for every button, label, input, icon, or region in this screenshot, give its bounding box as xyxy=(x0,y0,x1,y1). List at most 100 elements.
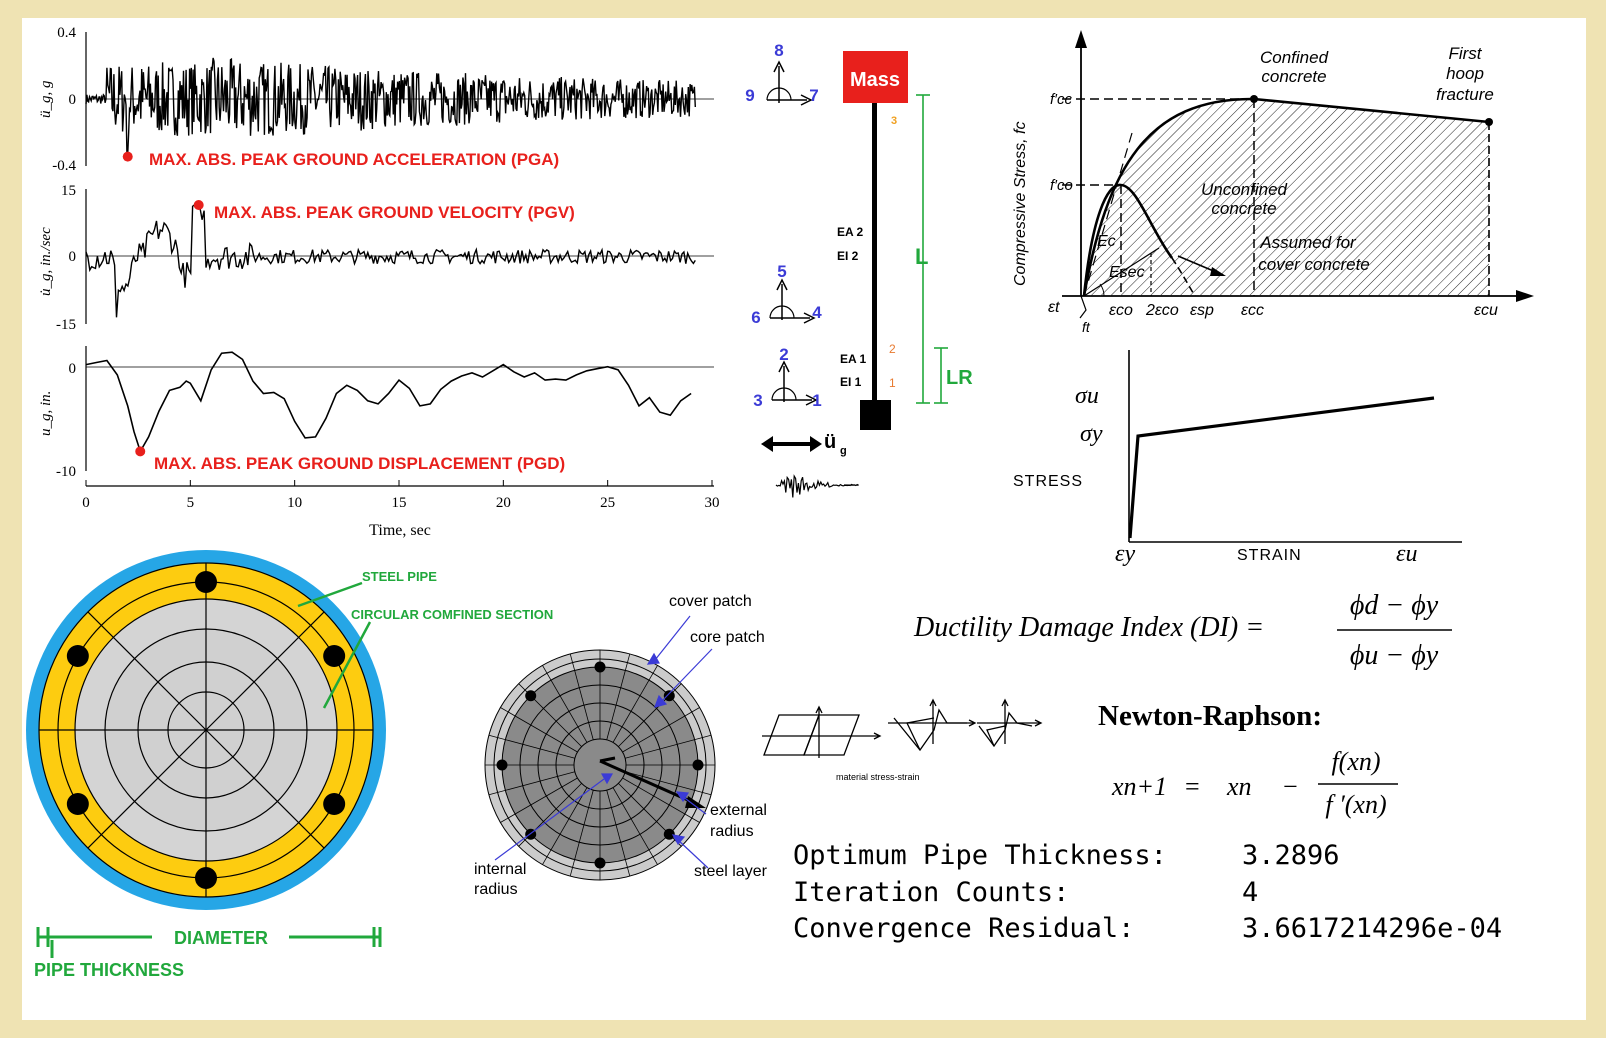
eps-u-label: εu xyxy=(1396,541,1417,567)
dof-9: 9 xyxy=(745,86,754,105)
eps-co-label: εco xyxy=(1109,302,1133,319)
steel-fiber xyxy=(594,857,606,869)
result-label-residual: Convergence Residual: xyxy=(793,913,1134,944)
cover-label-2: cover concrete xyxy=(1258,255,1370,274)
steel-stress-strain: σu σy STRESS STRAIN εy εu xyxy=(1013,350,1462,567)
steel-fiber xyxy=(525,690,537,702)
rebar xyxy=(66,645,89,667)
length-LR-label: LR xyxy=(946,367,973,389)
newton-raphson-formula: Newton-Raphson: xn+1 = xn − f(xn) f ′(xn… xyxy=(1098,700,1398,819)
dof-2: 2 xyxy=(779,345,788,364)
unconfined-label-2: concrete xyxy=(1211,199,1276,218)
time-axis: 0 5 10 15 20 25 30 xyxy=(82,480,720,511)
core-patch-label: core patch xyxy=(690,629,765,646)
newton-denominator: f ′(xn) xyxy=(1325,790,1386,819)
vel-ylabel: u̇_g, in./sec xyxy=(38,227,54,296)
dof-5: 5 xyxy=(777,262,786,281)
vel-tick-bottom: -15 xyxy=(56,317,76,333)
rebar xyxy=(195,867,217,889)
velocity-plot: 15 0 -15 u̇_g, in./sec MAX. ABS. PEAK GR… xyxy=(38,183,714,333)
eps-sp-label: εsp xyxy=(1190,302,1214,319)
acceleration-plot: 0.4 0 -0.4 ü_g, g MAX. ABS. PEAK GROUND … xyxy=(38,25,714,174)
cover-patch-label: cover patch xyxy=(669,593,752,610)
steel-fiber xyxy=(692,759,704,771)
pipe-thickness-label: PIPE THICKNESS xyxy=(34,960,184,980)
result-value-thickness: 3.2896 xyxy=(1242,840,1340,871)
composite-figure: 0.4 0 -0.4 ü_g, g MAX. ABS. PEAK GROUND … xyxy=(22,18,1586,1020)
internal-radius-label-2: radius xyxy=(474,881,518,898)
concrete-stress-strain: Compressive Stress, fc f′cc f′co Confine… xyxy=(1012,30,1534,335)
acc-ylabel: ü_g, g xyxy=(38,80,54,118)
result-label-thickness: Optimum Pipe Thickness: xyxy=(793,840,1167,871)
internal-radius-label-1: internal xyxy=(474,861,526,878)
ec-label: Ec xyxy=(1097,233,1116,250)
disp-tick-bottom: -10 xyxy=(56,464,76,480)
fco-label: f′co xyxy=(1050,177,1073,194)
unconfined-label-1: Unconfined xyxy=(1201,180,1288,199)
newton-title: Newton-Raphson: xyxy=(1098,700,1322,732)
time-tick-label: 0 xyxy=(82,495,90,511)
vel-tick-top: 15 xyxy=(61,183,76,199)
time-tick-label: 5 xyxy=(187,495,195,511)
node-1: 1 xyxy=(889,376,896,390)
cover-label-1: Assumed for xyxy=(1259,233,1357,252)
fiber-section: cover patch core patch external radius i… xyxy=(474,593,768,898)
ductility-numerator: ϕd − ϕy xyxy=(1350,590,1439,621)
ea2-label: EA 2 xyxy=(837,225,864,239)
pga-label: MAX. ABS. PEAK GROUND ACCELERATION (PGA) xyxy=(149,150,559,169)
newton-equals: = xyxy=(1185,772,1200,801)
ei1-label: EI 1 xyxy=(840,375,862,389)
newton-xn: xn xyxy=(1226,772,1252,801)
dof-6: 6 xyxy=(751,308,760,327)
time-tick-label: 15 xyxy=(392,495,407,511)
node-2: 2 xyxy=(889,342,896,356)
sigma-u-label: σu xyxy=(1075,383,1099,409)
ductility-text: Ductility Damage Index (DI) = xyxy=(913,612,1264,643)
ft-label: ft xyxy=(1082,319,1091,335)
ductility-index-formula: Ductility Damage Index (DI) = ϕd − ϕy ϕu… xyxy=(913,590,1452,671)
time-axis-label: Time, sec xyxy=(369,522,431,539)
rebar xyxy=(195,571,217,593)
pgd-label: MAX. ABS. PEAK GROUND DISPLACEMENT (PGD) xyxy=(154,454,565,473)
ei2-label: EI 2 xyxy=(837,249,859,263)
confined-label-1: Confined xyxy=(1260,48,1329,67)
acc-tick-top: 0.4 xyxy=(57,25,76,41)
eps-y-label: εy xyxy=(1115,541,1135,567)
material-hysteresis xyxy=(762,698,1043,758)
column-model: 8 9 7 5 6 4 2 3 1 Mass 3 2 1 EA 2 EI 2 E… xyxy=(745,41,973,498)
eps-cc-label: εcc xyxy=(1241,302,1264,319)
column-base xyxy=(860,400,891,430)
pga-marker xyxy=(122,151,133,162)
rebar xyxy=(323,645,346,667)
time-tick-label: 10 xyxy=(287,495,302,511)
result-value-iterations: 4 xyxy=(1242,877,1258,908)
time-history-charts: 0.4 0 -0.4 ü_g, g MAX. ABS. PEAK GROUND … xyxy=(38,25,720,539)
ground-motion-arrow xyxy=(761,436,822,452)
result-value-residual: 3.6617214296e-04 xyxy=(1242,913,1502,944)
displacement-plot: 0 -10 u_g, in. MAX. ABS. PEAK GROUND DIS… xyxy=(38,346,714,480)
dof-4: 4 xyxy=(812,303,822,322)
result-label-iterations: Iteration Counts: xyxy=(793,877,1069,908)
external-radius-label-1: external xyxy=(710,802,767,819)
eps-cu-label: εcu xyxy=(1474,302,1498,319)
time-tick-label: 30 xyxy=(705,495,720,511)
steel-fiber xyxy=(594,661,606,673)
acc-trace xyxy=(85,57,696,154)
newton-lhs: xn+1 xyxy=(1111,772,1167,801)
material-stress-strain-label: material stress-strain xyxy=(836,772,920,782)
time-tick-label: 20 xyxy=(496,495,511,511)
disp-tick-zero: 0 xyxy=(69,361,77,377)
dof-glyph-mid: 5 6 4 xyxy=(751,262,822,327)
ea1-label: EA 1 xyxy=(840,352,867,366)
ductility-denominator: ϕu − ϕy xyxy=(1350,640,1439,671)
pgv-marker xyxy=(193,200,204,210)
strain-axis-label: STRAIN xyxy=(1237,547,1302,564)
stress-axis-label: STRESS xyxy=(1013,473,1083,490)
dof-3: 3 xyxy=(753,391,762,410)
steel-fiber xyxy=(663,690,675,702)
steel-fiber xyxy=(496,759,508,771)
pgv-label: MAX. ABS. PEAK GROUND VELOCITY (PGV) xyxy=(214,203,575,222)
steel-fiber xyxy=(663,828,675,840)
results-readout: Optimum Pipe Thickness: 3.2896 Iteration… xyxy=(793,840,1502,944)
ground-motion-record xyxy=(775,474,859,498)
